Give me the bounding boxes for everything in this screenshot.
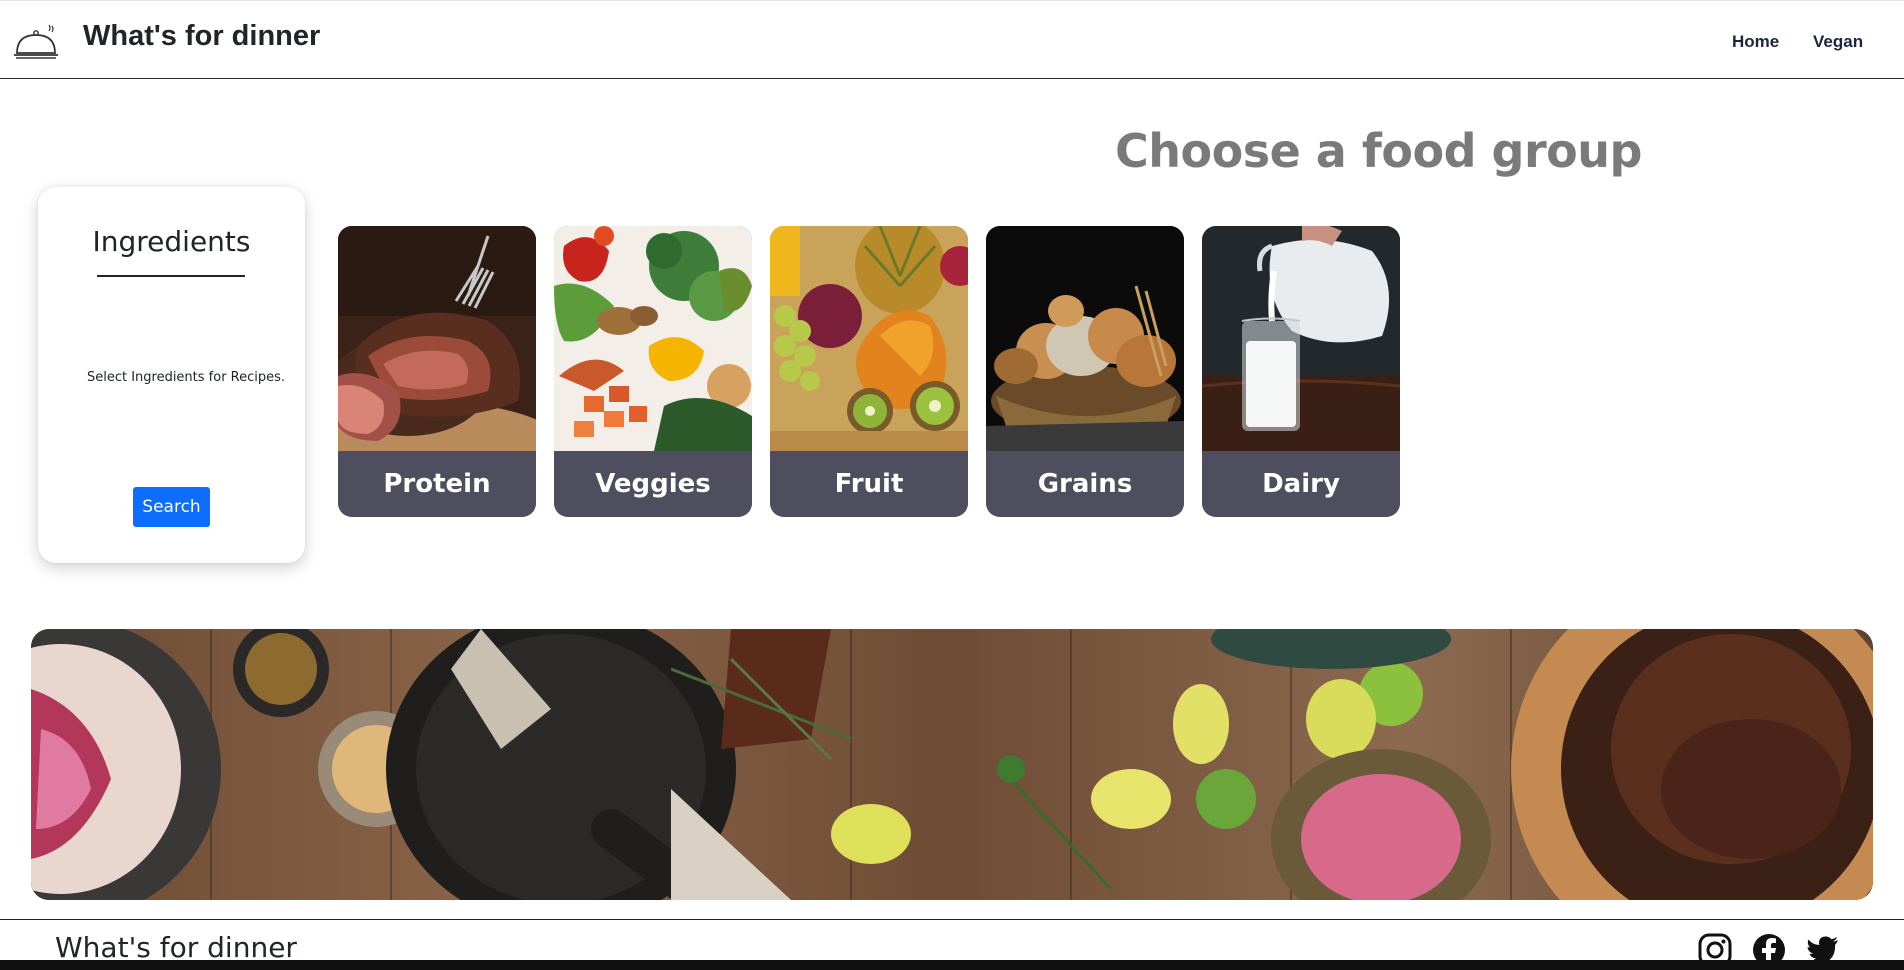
nav-link-home[interactable]: Home (1732, 32, 1779, 52)
assorted-vegetables-photo (554, 226, 752, 451)
food-group-card-dairy[interactable]: Dairy (1202, 226, 1400, 517)
cloche-icon[interactable] (13, 23, 59, 61)
ingredients-title: Ingredients (92, 225, 251, 258)
food-group-card-veggies[interactable]: Veggies (554, 226, 752, 517)
nav-link-vegan[interactable]: Vegan (1813, 32, 1863, 52)
milk-pour-photo (1202, 226, 1400, 451)
sliced-steak-photo (338, 226, 536, 451)
food-group-label: Fruit (770, 451, 968, 517)
navbar: What's for dinner Home Vegan (0, 0, 1904, 79)
food-group-label: Protein (338, 451, 536, 517)
ingredients-divider (97, 275, 245, 277)
food-group-card-fruit[interactable]: Fruit (770, 226, 968, 517)
food-group-label: Dairy (1202, 451, 1400, 517)
rustic-table-food-spread-photo (31, 629, 1873, 900)
food-group-card-protein[interactable]: Protein (338, 226, 536, 517)
fruit-basket-photo (770, 226, 968, 451)
search-button[interactable]: Search (133, 487, 210, 527)
food-group-label: Veggies (554, 451, 752, 517)
food-group-label: Grains (986, 451, 1184, 517)
page-heading: Choose a food group (1115, 124, 1642, 178)
banner-image (31, 629, 1873, 900)
food-group-card-grains[interactable]: Grains (986, 226, 1184, 517)
ingredients-empty-text: Select Ingredients for Recipes. (86, 370, 286, 385)
bread-basket-photo (986, 226, 1184, 451)
ingredients-card: Ingredients Select Ingredients for Recip… (38, 187, 305, 563)
brand-title[interactable]: What's for dinner (83, 20, 320, 53)
page-bottom-edge (0, 960, 1904, 970)
